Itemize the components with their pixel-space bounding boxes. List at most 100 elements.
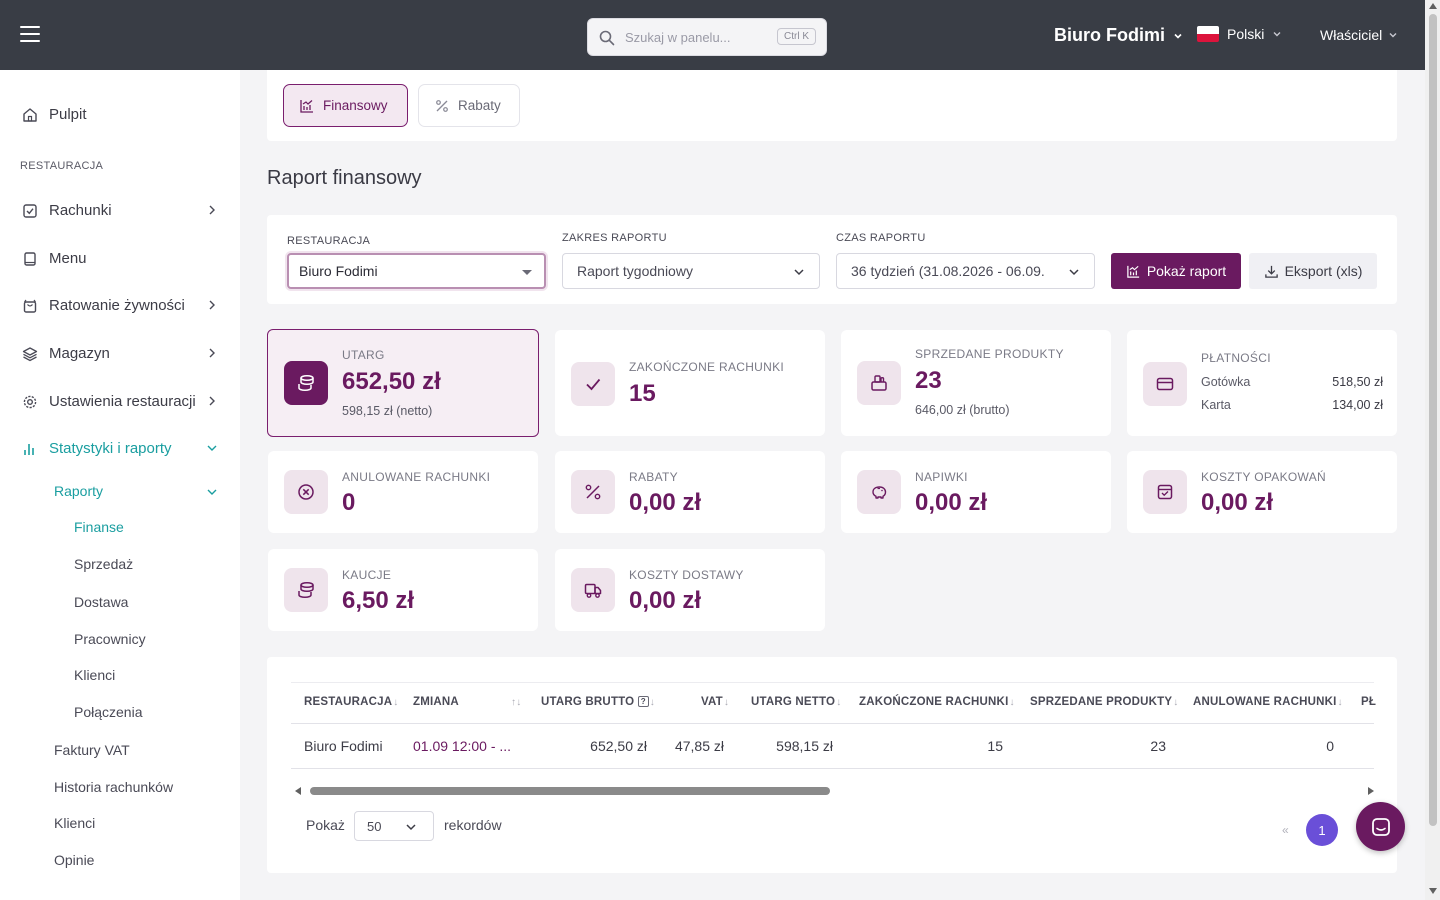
records-label: rekordów [444, 817, 502, 833]
percent-icon [436, 99, 448, 112]
range-filter-label: ZAKRES RAPORTU [562, 232, 667, 244]
chevron-down-icon [1389, 33, 1397, 38]
sidebar-item-label: Menu [49, 250, 87, 267]
sidebar-item-warehouse[interactable]: Magazyn [22, 345, 222, 362]
report-range-value: Raport tygodniowy [577, 263, 693, 279]
sidebar-item-sales[interactable]: Sprzedaż [74, 556, 133, 572]
report-range-select[interactable]: Raport tygodniowy [562, 253, 820, 289]
stat-subvalue: 646,00 zł (brutto) [915, 403, 1010, 417]
cell-net-revenue: 598,15 zł [776, 738, 833, 754]
scrollbar-thumb[interactable] [310, 787, 830, 795]
cell-vat: 47,85 zł [674, 738, 724, 754]
column-header-shift[interactable]: ZMIANA [413, 696, 459, 708]
pagination-prev[interactable]: « [1282, 823, 1289, 837]
scrollbar-thumb[interactable] [1429, 14, 1437, 826]
column-header-completed-bills[interactable]: ZAKOŃCZONE RACHUNKI↓ [859, 696, 1015, 708]
export-xls-button[interactable]: Eksport (xls) [1249, 253, 1377, 289]
column-header-payments[interactable]: PŁ [1361, 696, 1376, 708]
chevron-right-icon [209, 300, 215, 310]
search-input[interactable]: Szukaj w panelu... Ctrl K [587, 18, 827, 56]
language-selector[interactable]: Polski [1197, 26, 1282, 42]
stat-card-deposits: KAUCJE 6,50 zł [268, 549, 538, 631]
restaurant-select[interactable]: Biuro Fodimi [287, 253, 546, 289]
column-header-net-revenue[interactable]: UTARG NETTO↓ [751, 696, 841, 708]
column-label: ANULOWANE RACHUNKI [1193, 696, 1337, 708]
help-icon[interactable]: ? [637, 696, 649, 707]
stat-card-completed-bills: ZAKOŃCZONE RACHUNKI 15 [555, 330, 825, 436]
sidebar-item-employees[interactable]: Pracownicy [74, 631, 146, 647]
scroll-left-icon[interactable] [295, 787, 301, 795]
column-header-vat[interactable]: VAT↓ [701, 696, 729, 708]
stat-label: ANULOWANE RACHUNKI [342, 470, 491, 484]
tab-discounts[interactable]: Rabaty [418, 84, 520, 127]
cell-sold-products: 23 [1150, 738, 1166, 754]
sidebar-item-reports[interactable]: Raporty [54, 483, 222, 499]
column-label: ZMIANA [413, 696, 459, 708]
sidebar-item-dashboard[interactable]: Pulpit [22, 106, 222, 123]
search-shortcut: Ctrl K [777, 28, 816, 45]
page-scrollbar[interactable] [1425, 0, 1440, 900]
column-label: VAT [701, 696, 723, 708]
stat-label: KOSZTY OPAKOWAŃ [1201, 470, 1326, 484]
sidebar-item-delivery[interactable]: Dostawa [74, 594, 128, 610]
stat-value: 0,00 zł [915, 489, 988, 516]
page-size-label: Pokaż [306, 817, 345, 833]
sidebar-item-restaurant-settings[interactable]: Ustawienia restauracji [22, 393, 222, 410]
column-header-sold-products[interactable]: SPRZEDANE PRODUKTY↓ [1030, 696, 1178, 708]
role-label: Właściciel [1320, 27, 1383, 43]
restaurant-select-value: Biuro Fodimi [299, 263, 378, 279]
stat-label: PŁATNOŚCI [1201, 351, 1271, 365]
chevron-down-icon [207, 445, 217, 451]
tab-financial[interactable]: Finansowy [283, 84, 408, 127]
stat-card-cancelled-bills: ANULOWANE RACHUNKI 0 [268, 451, 538, 533]
search-icon [599, 30, 615, 46]
cancel-circle-icon [284, 470, 328, 514]
sort-icon: ↓ [836, 697, 842, 708]
scroll-up-icon[interactable] [1429, 3, 1437, 9]
grocery-basket-icon [857, 361, 901, 405]
page-size-select[interactable]: 50 [354, 811, 434, 841]
sort-icon: ↓ [649, 697, 655, 708]
sidebar-item-menu[interactable]: Menu [22, 250, 222, 267]
scroll-down-icon[interactable] [1429, 888, 1437, 894]
sidebar-item-finances[interactable]: Finanse [74, 519, 124, 535]
show-report-label: Pokaż raport [1146, 263, 1227, 279]
sidebar-item-connections[interactable]: Połączenia [74, 704, 143, 720]
sidebar-item-reviews[interactable]: Opinie [54, 852, 94, 868]
column-header-cancelled-bills[interactable]: ANULOWANE RACHUNKI↓ [1193, 696, 1343, 708]
stat-label: RABATY [629, 470, 678, 484]
chevron-down-icon [1273, 32, 1281, 37]
stat-value: 6,50 zł [342, 587, 415, 614]
stat-value: 15 [629, 380, 656, 407]
chat-button[interactable] [1356, 802, 1405, 851]
sort-both-icon[interactable]: ↑↓ [510, 696, 521, 708]
menu-toggle-icon[interactable] [20, 26, 40, 42]
cell-shift-link[interactable]: 01.09 12:00 - ... [413, 738, 511, 754]
sidebar-item-vat-invoices[interactable]: Faktury VAT [54, 742, 130, 758]
book-icon [24, 251, 36, 266]
user-role-menu[interactable]: Właściciel [1320, 27, 1398, 43]
cell-cancelled-bills: 0 [1326, 738, 1334, 754]
caret-down-icon [522, 270, 532, 275]
chevron-down-icon [1069, 269, 1079, 276]
report-time-select[interactable]: 36 tydzień (31.08.2026 - 06.09. [836, 253, 1095, 289]
credit-card-icon [1143, 362, 1187, 406]
sidebar-item-label: Rachunki [49, 202, 112, 219]
tab-label: Rabaty [458, 98, 501, 113]
sidebar-item-bill-history[interactable]: Historia rachunków [54, 779, 173, 795]
table-horizontal-scrollbar[interactable] [291, 785, 1374, 797]
stat-value: 0 [342, 489, 356, 516]
column-header-restaurant[interactable]: RESTAURACJA↓ [304, 696, 398, 708]
pagination-page-1[interactable]: 1 [1306, 814, 1338, 846]
show-report-button[interactable]: Pokaż raport [1111, 253, 1241, 289]
sidebar-item-customers-report[interactable]: Klienci [74, 667, 115, 683]
sidebar-item-food-rescue[interactable]: Ratowanie żywności [22, 297, 222, 314]
organization-selector[interactable]: Biuro Fodimi [1054, 25, 1183, 46]
sidebar-item-bills[interactable]: Rachunki [22, 202, 222, 219]
coins-icon [284, 568, 328, 612]
sidebar-item-customers[interactable]: Klienci [54, 815, 95, 831]
scroll-right-icon[interactable] [1368, 787, 1374, 795]
checkbox-icon [23, 203, 37, 218]
column-header-gross-revenue[interactable]: UTARG BRUTTO ? ↓ [541, 696, 655, 708]
sidebar-item-statistics[interactable]: Statystyki i raporty [22, 440, 222, 457]
